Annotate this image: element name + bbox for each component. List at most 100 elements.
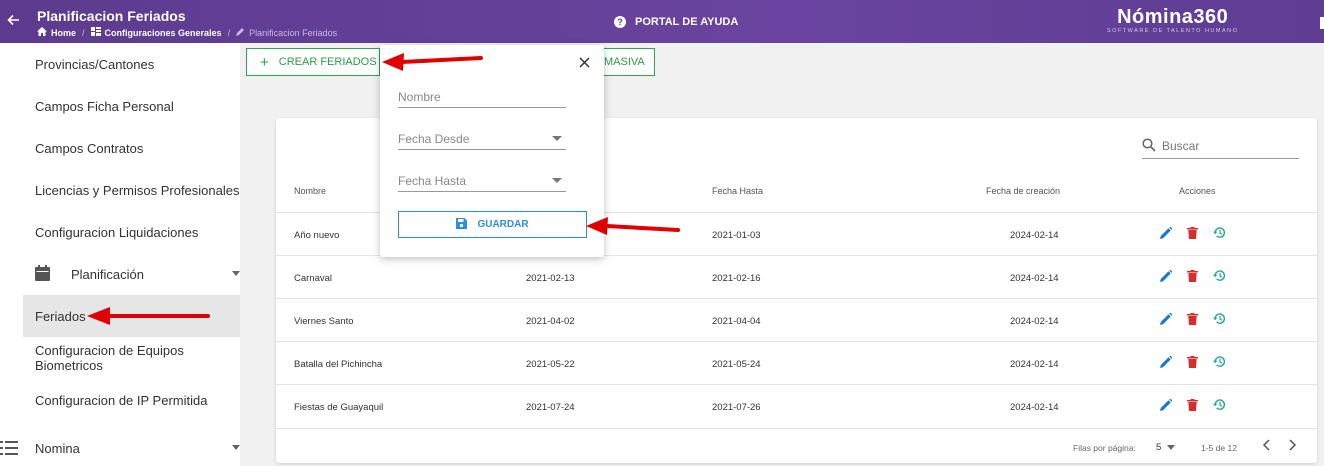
caret-down-icon [1167,445,1176,450]
date-from-select[interactable] [398,129,548,149]
create-holiday-popover: GUARDAR [380,45,604,257]
calendar-icon [35,265,50,284]
sidebar-group-nomina[interactable]: Nomina [0,427,240,466]
name-input[interactable] [398,87,548,107]
sidebar-item-campos-ficha[interactable]: Campos Ficha Personal [23,85,240,127]
caret-down-icon [552,178,562,183]
edit-icon[interactable] [1160,269,1173,287]
sidebar-item-ip[interactable]: Configuracion de IP Permitida [23,379,240,421]
delete-icon[interactable] [1187,355,1198,373]
history-icon[interactable] [1213,269,1226,287]
search-box[interactable] [1142,135,1299,159]
name-field[interactable] [398,86,566,108]
brand-logo: Nómina360 SOFTWARE DE TALENTO HUMANO [1107,7,1238,34]
history-icon[interactable] [1213,355,1226,373]
close-icon[interactable] [579,55,590,73]
caret-down-icon [552,136,562,141]
history-icon[interactable] [1213,226,1226,244]
settings-grid-icon [90,27,101,38]
sidebar-group-planificacion[interactable]: Planificación [23,253,240,295]
edit-icon[interactable] [1160,226,1173,244]
sidebar-item-biometricos[interactable]: Configuracion de Equipos Biometricos [23,337,240,379]
search-icon [1142,138,1156,157]
save-button[interactable]: GUARDAR [398,211,587,238]
date-from-field[interactable] [398,128,566,150]
cell-fecha-hasta: 2021-01-03 [712,230,761,241]
create-holiday-button[interactable]: + CREAR FERIADOS [246,48,380,76]
menu-edge-icon[interactable] [1320,17,1324,29]
chevron-right-icon[interactable] [1287,439,1297,453]
rows-per-page-select[interactable]: 5 [1156,442,1176,453]
cell-fecha-creacion: 2024-02-14 [1010,273,1059,284]
row-actions [1160,269,1226,287]
sidebar-group-label: Nomina [35,440,80,456]
delete-icon[interactable] [1187,398,1198,416]
history-icon[interactable] [1213,398,1226,416]
cell-fecha-creacion: 2024-02-14 [1010,402,1059,413]
save-label: GUARDAR [477,219,529,230]
cell-fecha-desde: 2021-04-02 [526,316,575,327]
home-icon [37,27,47,38]
column-header-fecha-hasta[interactable]: Fecha Hasta [712,186,763,196]
cell-fecha-creacion: 2024-02-14 [1010,230,1059,241]
cell-nombre: Año nuevo [294,230,340,241]
date-to-field[interactable] [398,170,566,192]
delete-icon[interactable] [1187,269,1198,287]
column-header-nombre[interactable]: Nombre [294,186,326,196]
cell-fecha-desde: 2021-02-13 [526,273,575,284]
date-to-select[interactable] [398,171,548,191]
page-title: Planificacion Feriados [37,8,186,24]
edit-icon[interactable] [1160,355,1173,373]
breadcrumb-separator: / [82,27,85,38]
history-icon[interactable] [1213,312,1226,330]
table-row: Viernes Santo 2021-04-02 2021-04-04 2024… [276,298,1317,341]
annotation-arrow-icon [382,53,483,71]
help-icon: ? [614,16,626,28]
annotation-arrow-icon [586,217,680,235]
table-pagination: Filas por página: 5 1-5 de 12 [276,428,1317,463]
cell-fecha-creacion: 2024-02-14 [1010,316,1059,327]
sidebar-item-liquidaciones[interactable]: Configuracion Liquidaciones [23,211,240,253]
cell-fecha-desde: 2021-05-22 [526,359,575,370]
rows-per-page-value: 5 [1156,442,1162,453]
row-actions [1160,398,1226,416]
top-bar: Planificacion Feriados Home / Configurac… [0,0,1324,43]
sidebar-item-provincias[interactable]: Provincias/Cantones [23,43,240,85]
column-header-acciones: Acciones [1179,186,1216,196]
table-row: Batalla del Pichincha 2021-05-22 2021-05… [276,341,1317,384]
save-icon [456,217,468,232]
pencil-icon [236,27,245,38]
edit-icon[interactable] [1160,398,1173,416]
chevron-left-icon[interactable] [1262,439,1272,453]
table-row: Fiestas de Guayaquil 2021-07-24 2021-07-… [276,384,1317,427]
search-input[interactable] [1162,137,1297,155]
table-row: Carnaval 2021-02-13 2021-02-16 2024-02-1… [276,255,1317,298]
sidebar-item-campos-contratos[interactable]: Campos Contratos [23,127,240,169]
plus-icon: + [260,53,269,71]
bulk-upload-button[interactable]: MASIVA [600,48,655,76]
sidebar: Provincias/Cantones Campos Ficha Persona… [0,43,240,466]
row-actions [1160,312,1226,330]
cell-nombre: Carnaval [294,273,333,284]
edit-icon[interactable] [1160,312,1173,330]
back-arrow-icon[interactable] [6,13,22,29]
help-label: PORTAL DE AYUDA [635,16,739,28]
cell-nombre: Batalla del Pichincha [294,359,383,370]
breadcrumb-config[interactable]: Configuraciones Generales [105,28,222,38]
help-portal-link[interactable]: ? PORTAL DE AYUDA [614,16,738,28]
row-actions [1160,226,1226,244]
delete-icon[interactable] [1187,226,1198,244]
breadcrumb-separator: / [227,27,231,38]
brand-name: Nómina360 [1117,6,1229,28]
breadcrumb-home[interactable]: Home [51,28,76,38]
breadcrumb-current: Planificacion Feriados [249,27,338,38]
bulk-upload-label: MASIVA [604,56,645,68]
chevron-down-icon [232,271,240,276]
chevron-down-icon [232,445,240,450]
sidebar-item-licencias[interactable]: Licencias y Permisos Profesionales [23,169,240,211]
cell-fecha-hasta: 2021-04-04 [712,316,761,327]
row-actions [1160,355,1226,373]
delete-icon[interactable] [1187,312,1198,330]
column-header-fecha-creacion[interactable]: Fecha de creación [986,186,1060,196]
cell-nombre: Viernes Santo [294,316,354,327]
